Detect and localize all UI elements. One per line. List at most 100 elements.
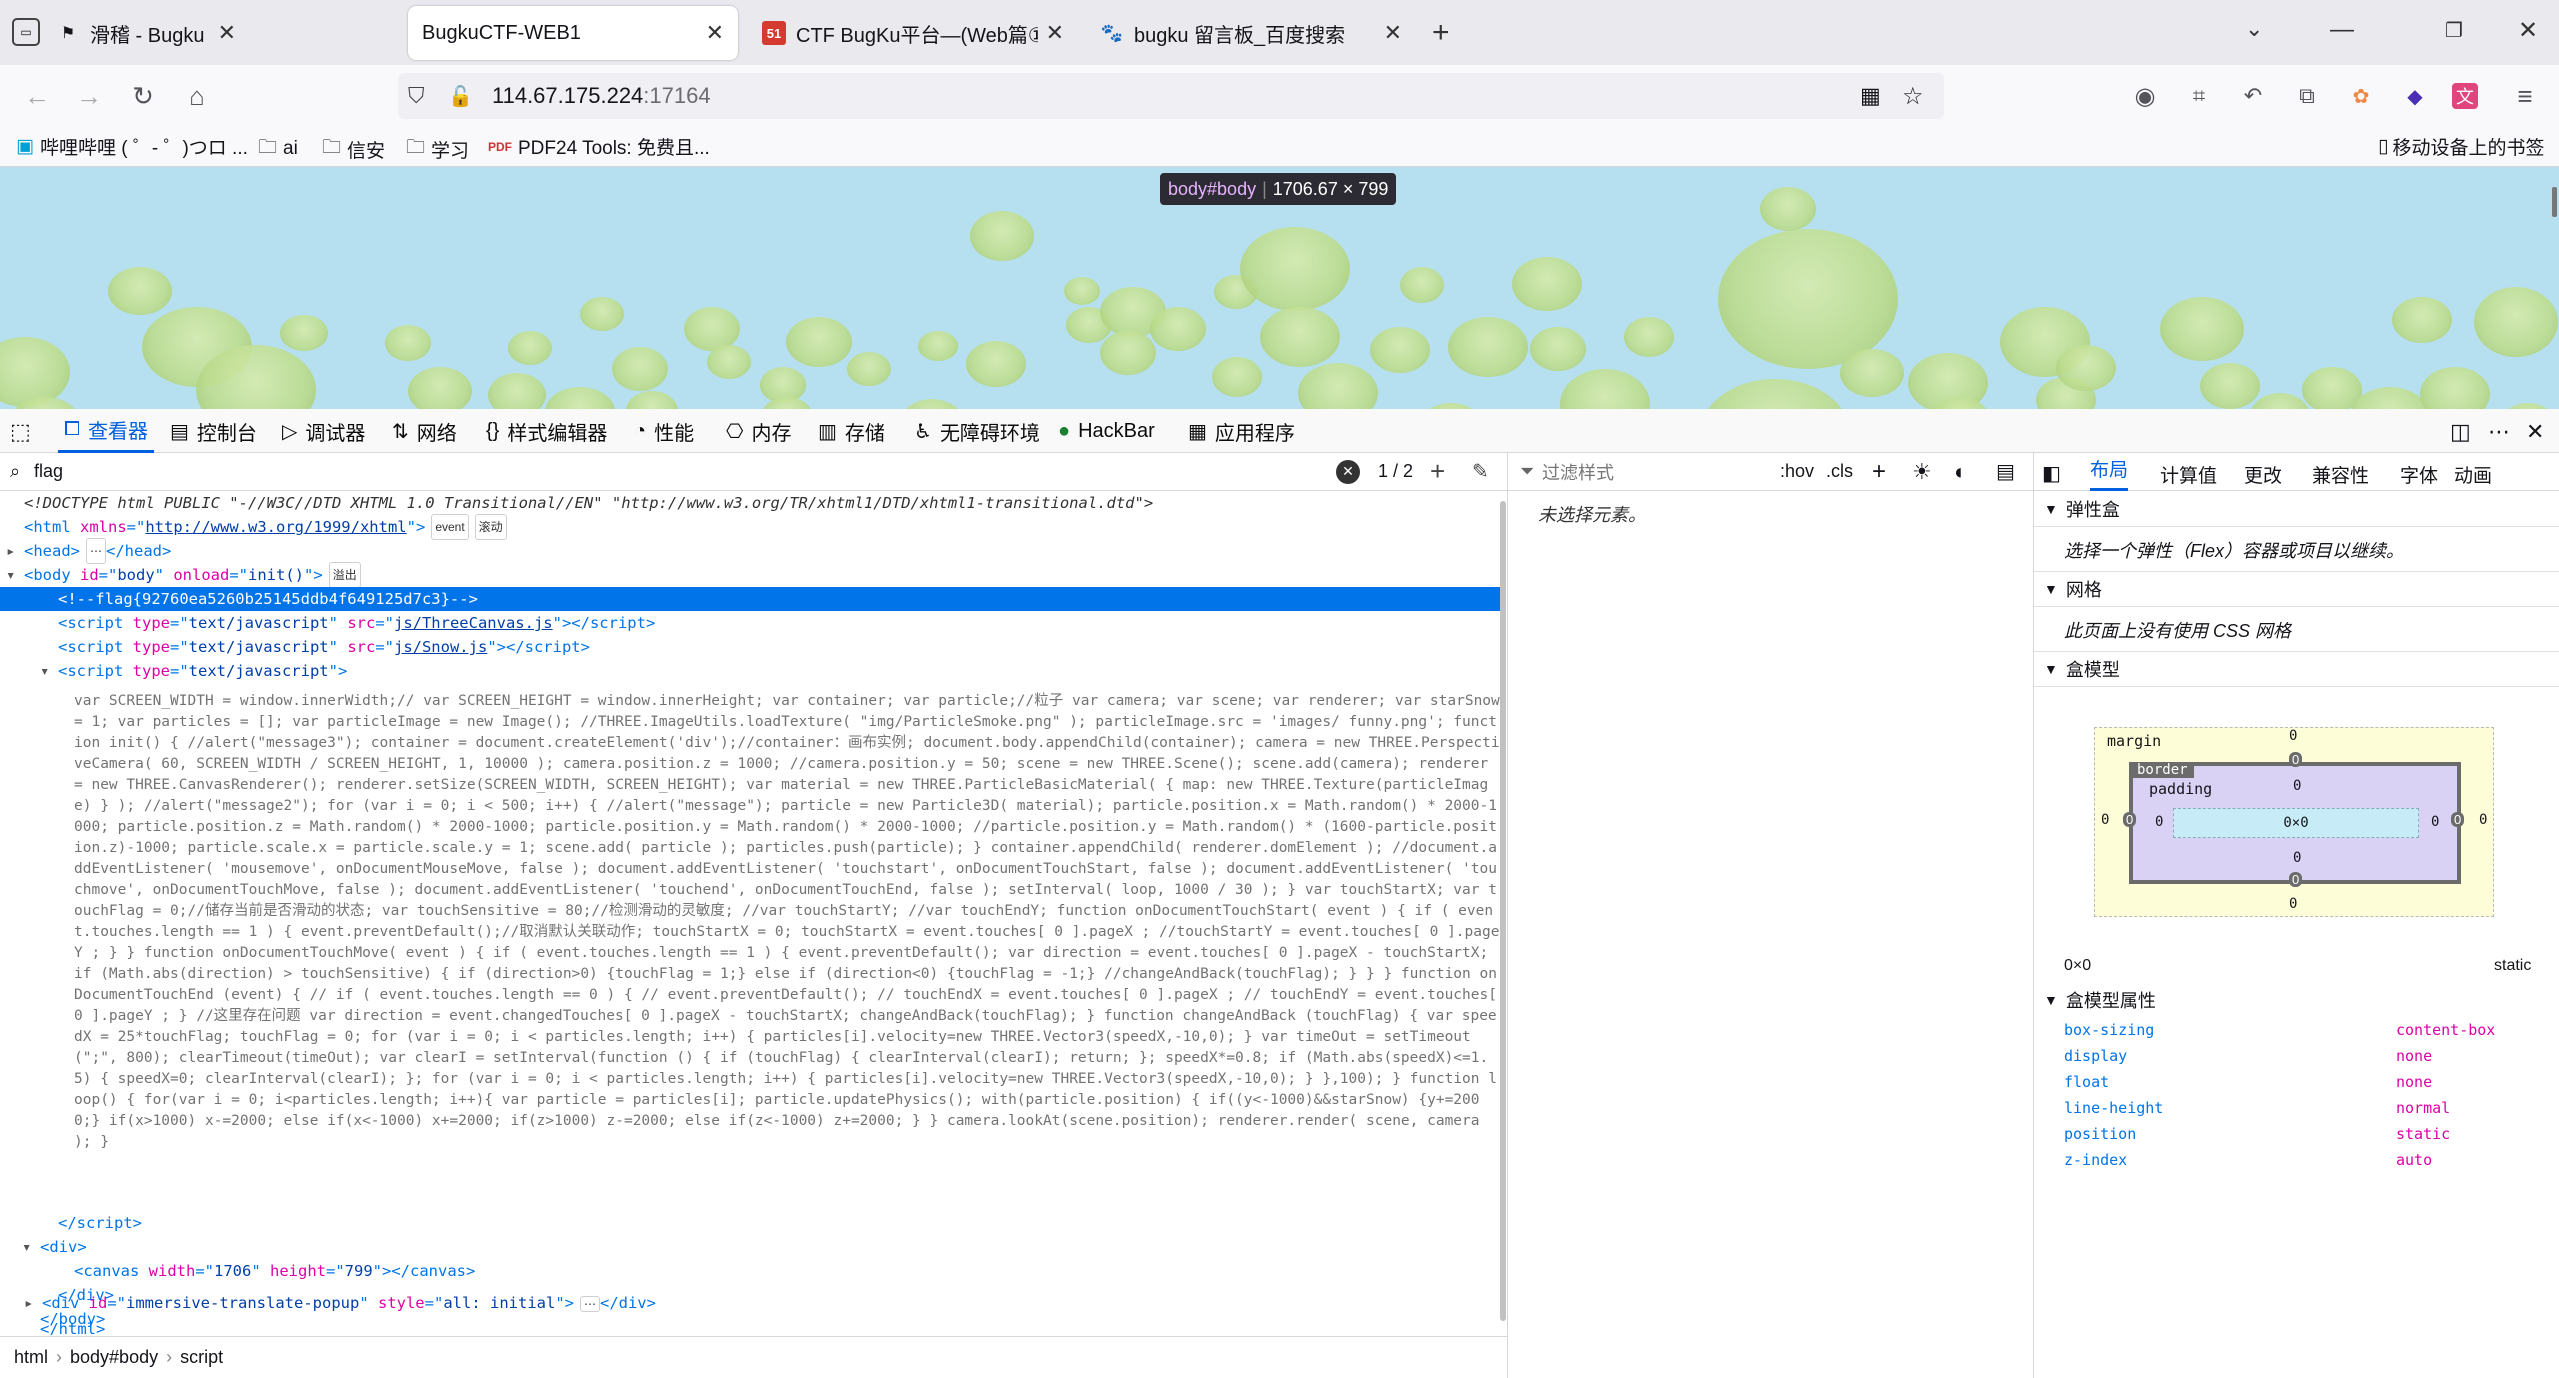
tab-list-icon[interactable]: ▭ [12,18,40,46]
bookmark-folder-xuexi[interactable]: 🗀 学习 [406,133,469,165]
breadcrumb-body[interactable]: body#body [70,1347,158,1368]
border-bottom-value[interactable]: 0 [2289,872,2303,887]
tab-debugger[interactable]: ▷ 调试器 [282,409,365,453]
inline-script-text[interactable]: var SCREEN_WIDTH = window.innerWidth;// … [74,691,1504,1153]
breadcrumb-script[interactable]: script [180,1347,223,1368]
toggle-sidebar-icon[interactable]: ◧ [2042,461,2061,486]
url-text[interactable]: 114.67.175.224:17164 [492,83,711,109]
close-icon[interactable]: ✕ [1046,20,1064,46]
tab-changes[interactable]: 更改 [2244,461,2282,488]
shield-icon[interactable]: ⛉ [408,83,425,109]
tab-baidu-search[interactable]: 🐾 bugku 留言板_百度搜索 ✕ [1086,6,1416,60]
add-node-icon[interactable]: + [1430,456,1445,487]
collapse-arrow-icon[interactable]: ▾ [22,1235,31,1259]
tree-node-flag-comment[interactable]: <!--flag{92760ea5260b25145ddb4f649125d7c… [0,587,1504,611]
expand-arrow-icon[interactable]: ▸ [24,1291,33,1315]
minimize-icon[interactable]: — [2330,16,2354,44]
tree-node-script-inline[interactable]: ▾ <script type =" text/javascript "> [40,659,1504,683]
tab-style-editor[interactable]: {} 样式编辑器 [486,409,607,453]
more-options-icon[interactable]: ⋯ [2488,419,2510,445]
page-scrollbar[interactable] [2552,187,2557,217]
box-model-margin[interactable]: margin 0 0 0 0 border 0 0 0 0 padding 0 … [2094,727,2494,917]
tree-node-div[interactable]: ▾ <div> [22,1235,1504,1259]
page-viewport[interactable]: body#body | 1706.67 × 799 [0,167,2559,409]
margin-right-value[interactable]: 0 [2479,812,2487,828]
expand-arrow-icon[interactable]: ▸ [6,539,15,563]
tab-ctf-bugku-platform[interactable]: 51 CTF BugKu平台—(Web篇①） ✕ [748,6,1078,60]
collapse-arrow-icon[interactable]: ▾ [6,563,15,587]
border-right-value[interactable]: 0 [2451,812,2465,827]
dark-theme-icon[interactable]: ◐ [1954,459,1967,485]
tab-console[interactable]: ▤ 控制台 [170,409,257,453]
margin-left-value[interactable]: 0 [2101,812,2109,828]
new-tab-icon[interactable]: + [1432,16,1450,50]
reload-icon[interactable]: ↻ [126,79,160,113]
bookmark-folder-xinan[interactable]: 🗀 信安 [322,133,385,165]
tree-node-head[interactable]: ▸ <head> ⋯ </head> [6,538,1504,564]
search-input[interactable]: flag [34,461,63,482]
border-top-value[interactable]: 0 [2289,752,2303,767]
element-picker-icon[interactable]: ⬚ [10,419,31,445]
tree-node-html[interactable]: <html xmlns =" http://www.w3.org/1999/xhtm… [24,514,1504,540]
close-icon[interactable]: ✕ [218,20,236,46]
chevron-down-icon[interactable]: ⌄ [2245,16,2263,42]
forward-icon[interactable]: → [72,79,106,113]
purple-extension-icon[interactable]: ◆ [2398,79,2432,113]
close-window-icon[interactable]: ✕ [2518,16,2538,45]
margin-top-value[interactable]: 0 [2289,728,2297,744]
bookmark-folder-ai[interactable]: 🗀 ai [258,133,298,165]
tab-performance[interactable]: ◔ 性能 [634,409,694,453]
box-model-section-header[interactable]: ▼ 盒模型 [2034,651,2559,687]
print-media-icon[interactable]: ▤ [1996,459,2015,484]
bookmark-mobile[interactable]: ▯ 移动设备上的书签 [2378,133,2544,160]
tree-node-body[interactable]: ▾ <body id =" body " onload =" init() "> 溢出 [6,562,1504,588]
close-icon[interactable]: ✕ [706,20,724,46]
script-src[interactable]: js/ThreeCanvas.js [394,611,553,635]
close-icon[interactable]: ✕ [1384,20,1402,46]
tree-node-canvas[interactable]: <canvas width =" 1706 " height =" 799 "></canv… [74,1259,1504,1283]
url-bar[interactable]: ⛉ 🔓 114.67.175.224:17164 ▦ ☆ [398,73,1944,119]
margin-bottom-value[interactable]: 0 [2289,896,2297,912]
translate-icon[interactable]: 文 [2452,83,2478,109]
tab-memory[interactable]: ⎔ 内存 [726,409,791,453]
qr-code-icon[interactable]: ▦ [1860,83,1881,109]
extensions-icon[interactable]: ⧉ [2290,79,2324,113]
insecure-lock-icon[interactable]: 🔓 [448,84,473,109]
eyedropper-icon[interactable]: ✎ [1472,459,1489,484]
tab-layout[interactable]: 布局 [2090,453,2129,491]
restore-icon[interactable]: ❐ [2445,18,2463,43]
filter-styles-input[interactable]: 过滤样式 [1542,459,1614,485]
border-left-value[interactable]: 0 [2123,812,2137,827]
close-devtools-icon[interactable]: ✕ [2526,419,2544,445]
tree-node-doctype[interactable]: <!DOCTYPE html PUBLIC "-//W3C//DTD XHTML… [24,491,1504,515]
collapsed-icon[interactable]: ⋯ [579,1296,600,1312]
tab-fonts[interactable]: 字体 [2400,461,2438,488]
tab-network[interactable]: ⇅ 网络 [392,409,457,453]
box-model-content[interactable]: 0×0 [2173,808,2419,838]
padding-bottom-value[interactable]: 0 [2293,850,2301,866]
tab-bugku-ctf[interactable]: ⚑ 滑稽 - Bugku CTF ✕ [42,6,250,60]
tab-hackbar[interactable]: ● HackBar [1058,409,1155,453]
script-src[interactable]: js/Snow.js [394,635,487,659]
bookmark-bilibili[interactable]: ▣ 哔哩哔哩 ( ゜- ゜)つロ ... [16,133,248,160]
tab-application[interactable]: ▦ 应用程序 [1188,409,1295,453]
markup-scrollbar[interactable] [1500,501,1506,1321]
tab-compatibility[interactable]: 兼容性 [2312,461,2369,488]
home-icon[interactable]: ⌂ [180,79,214,113]
dock-side-icon[interactable]: ◫ [2450,419,2471,445]
menu-icon[interactable]: ≡ [2508,79,2542,113]
tab-computed[interactable]: 计算值 [2160,461,2217,488]
bookmark-pdf24[interactable]: PDF PDF24 Tools: 免费且... [488,133,710,160]
tab-animations[interactable]: 动画 [2454,461,2492,488]
event-badge[interactable]: event [431,514,469,540]
padding-left-value[interactable]: 0 [2155,814,2163,830]
add-rule-icon[interactable]: + [1872,458,1886,486]
tab-bugkuctf-web1[interactable]: BugkuCTF-WEB1 ✕ [408,6,738,60]
cls-button[interactable]: .cls [1826,461,1853,482]
hackbar-extension-icon[interactable]: ✿ [2344,79,2378,113]
tree-node-script-threecanvas[interactable]: <script type =" text/javascript " src =" js/T… [58,611,1504,635]
box-model-border[interactable]: border 0 0 0 0 padding 0 0 0 0 0×0 [2123,752,2465,887]
tree-node-translate-popup[interactable]: ▸ <div id="immersive-translate-popup" st… [24,1291,656,1315]
padding-right-value[interactable]: 0 [2431,814,2439,830]
back-icon[interactable]: ← [20,79,54,113]
